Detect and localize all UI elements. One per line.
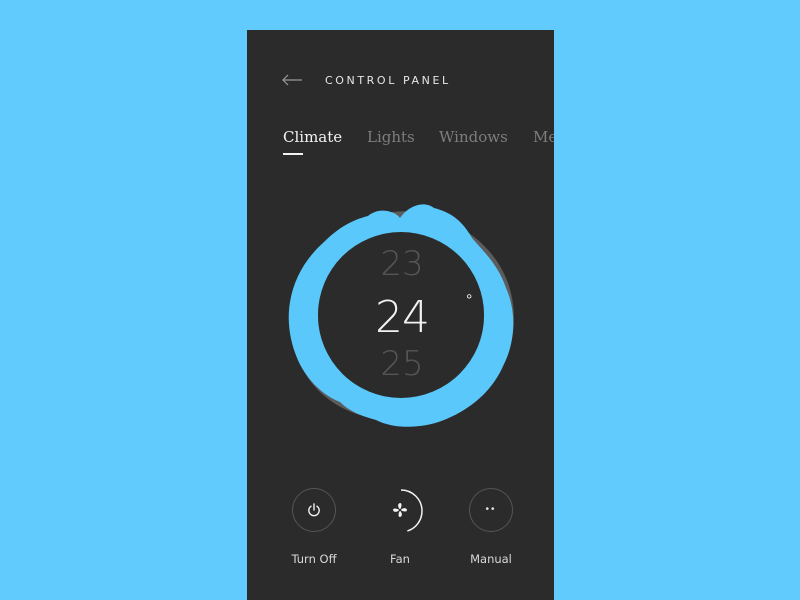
power-icon	[308, 503, 320, 517]
header: CONTROL PANEL	[281, 68, 451, 92]
dots-icon: ••	[485, 504, 497, 515]
temperature-previous: 23	[380, 246, 424, 282]
manual-label: Manual	[470, 552, 512, 566]
temperature-dial[interactable]: 23 24 ° 25	[284, 198, 520, 428]
active-tab-indicator	[283, 153, 303, 155]
fan-control: Fan	[355, 488, 445, 566]
tab-label: Windows	[439, 128, 508, 146]
tab-label: Lights	[367, 128, 415, 146]
turn-off-button[interactable]	[292, 488, 336, 532]
tab-label: Media	[533, 128, 554, 146]
arrow-left-icon	[282, 74, 302, 86]
fan-progress-ring	[379, 489, 423, 533]
tab-lights[interactable]: Lights	[367, 128, 415, 146]
temperature-next: 25	[380, 344, 424, 384]
manual-control: •• Manual	[446, 488, 536, 566]
tab-media[interactable]: Media	[533, 128, 554, 146]
turn-off-label: Turn Off	[291, 552, 337, 566]
fan-button[interactable]	[378, 488, 423, 533]
fan-label: Fan	[390, 552, 410, 566]
tab-windows[interactable]: Windows	[439, 128, 508, 146]
page-title: CONTROL PANEL	[325, 73, 451, 87]
turn-off-control: Turn Off	[269, 488, 359, 566]
manual-button[interactable]: ••	[469, 488, 513, 532]
temperature-current: 24	[375, 292, 430, 343]
tab-climate[interactable]: Climate	[283, 128, 343, 155]
degree-symbol: °	[466, 292, 473, 309]
tab-label: Climate	[283, 128, 343, 146]
back-button[interactable]	[281, 68, 303, 92]
control-panel-screen: CONTROL PANEL Climate Lights Windows Med…	[247, 30, 554, 600]
